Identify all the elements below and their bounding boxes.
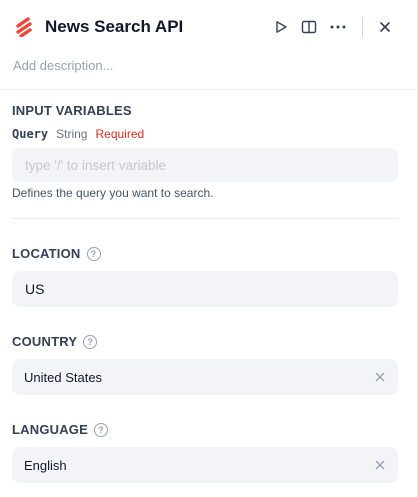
node-config-panel: News Search API Add description... INPUT…: [0, 0, 418, 497]
panel-header: News Search API Add description...: [0, 0, 416, 90]
language-label-text: LANGUAGE: [12, 422, 88, 437]
location-value: US: [25, 281, 45, 297]
country-value: United States: [24, 369, 103, 385]
language-value: English: [24, 457, 67, 473]
country-label-text: COUNTRY: [12, 334, 78, 349]
clear-icon[interactable]: [374, 459, 386, 471]
query-variable-row: Query String Required: [12, 127, 144, 142]
query-variable-type: String: [56, 127, 88, 141]
book-open-icon[interactable]: [299, 17, 319, 37]
language-label: LANGUAGE ?: [12, 422, 108, 437]
question-circle-icon[interactable]: ?: [86, 246, 101, 261]
node-title[interactable]: News Search API: [45, 17, 183, 37]
clear-icon[interactable]: [374, 371, 386, 383]
play-icon[interactable]: [271, 17, 291, 37]
country-select[interactable]: United States: [12, 359, 398, 395]
input-variables-title: INPUT VARIABLES: [12, 103, 132, 118]
close-icon[interactable]: [375, 17, 395, 37]
serp-logo-icon: [16, 17, 32, 37]
question-circle-icon[interactable]: ?: [83, 334, 98, 349]
question-circle-icon[interactable]: ?: [94, 422, 108, 437]
location-label: LOCATION ?: [12, 246, 101, 261]
query-input[interactable]: type '/' to insert variable: [12, 148, 398, 182]
query-required-badge: Required: [95, 127, 145, 141]
location-input[interactable]: US: [12, 271, 398, 307]
more-horizontal-icon[interactable]: [328, 17, 348, 37]
query-variable-name: Query: [12, 127, 49, 141]
location-label-text: LOCATION: [12, 246, 81, 261]
query-hint: Defines the query you want to search.: [12, 186, 214, 200]
country-label: COUNTRY ?: [12, 334, 98, 349]
header-separator: [362, 17, 363, 37]
language-select[interactable]: English: [12, 447, 398, 483]
section-divider: [12, 218, 398, 219]
description-input[interactable]: Add description...: [13, 58, 113, 74]
query-input-placeholder: type '/' to insert variable: [25, 157, 166, 173]
